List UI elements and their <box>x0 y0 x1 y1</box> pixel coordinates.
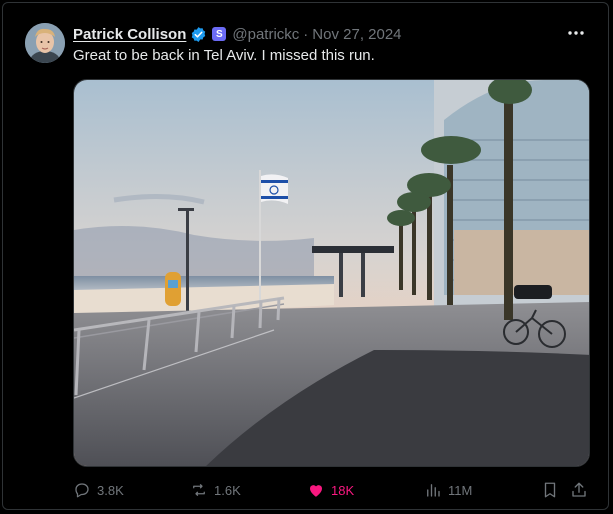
affiliate-badge-icon[interactable]: S <box>212 27 227 41</box>
author-name[interactable]: Patrick Collison <box>73 26 186 43</box>
view-count: 11M <box>448 482 473 498</box>
tweet-card[interactable]: Patrick Collison S @patrickc · Nov 27, 2… <box>2 2 609 510</box>
avatar[interactable] <box>25 23 65 63</box>
author-handle[interactable]: @patrickc <box>232 26 299 43</box>
bookmark-button[interactable] <box>541 481 565 499</box>
share-icon <box>572 482 586 497</box>
repost-button[interactable]: 1.6K <box>190 481 241 499</box>
affiliate-badge-label: S <box>216 28 223 40</box>
tweet-text: Great to be back in Tel Aviv. I missed t… <box>73 47 375 64</box>
tweet-actions: 3.8K 1.6K 18K 11M <box>73 481 593 501</box>
heart-icon <box>310 485 322 497</box>
bookmark-icon <box>544 482 556 498</box>
like-button[interactable]: 18K <box>307 481 354 499</box>
tweet-date[interactable]: Nov 27, 2024 <box>312 26 401 43</box>
reply-icon <box>75 483 89 498</box>
repost-icon <box>193 484 205 496</box>
like-count: 18K <box>331 482 355 498</box>
repost-count: 1.6K <box>214 482 241 498</box>
share-button[interactable] <box>570 481 594 499</box>
reply-button[interactable]: 3.8K <box>73 481 124 499</box>
separator-dot: · <box>303 25 309 43</box>
verified-badge-icon <box>192 26 206 42</box>
views-chart-icon <box>427 484 440 497</box>
tweet-photo[interactable] <box>73 79 590 467</box>
reply-count: 3.8K <box>97 482 124 498</box>
more-options-icon[interactable] <box>566 25 586 41</box>
tweet-header: Patrick Collison S @patrickc · Nov 27, 2… <box>73 23 402 45</box>
views-button[interactable]: 11M <box>424 481 472 499</box>
